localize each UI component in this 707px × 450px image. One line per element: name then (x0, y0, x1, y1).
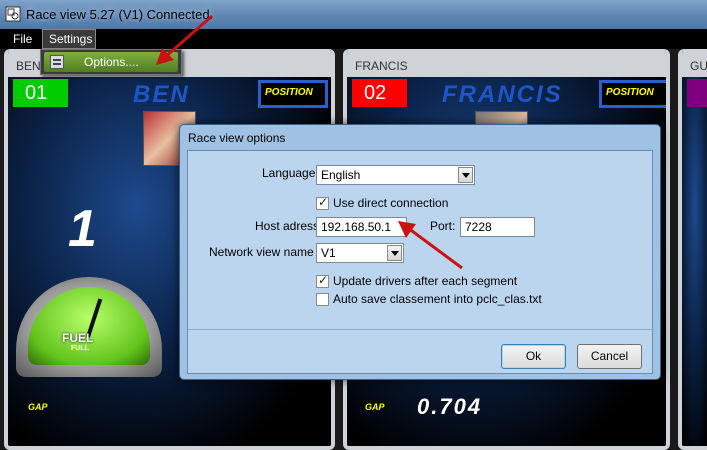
host-address-value: 192.168.50.1 (321, 220, 392, 234)
panel-header-name: BEN (16, 59, 41, 73)
window-titlebar: Race view 5.27 (V1) Connected. (0, 0, 707, 29)
panel-header-name: GUT (690, 59, 707, 73)
network-view-name-label: Network view name : (209, 245, 321, 259)
position-label: POSITION (265, 87, 313, 98)
driver-panel-third: GUT (678, 49, 707, 450)
gap-label: GAP (365, 402, 385, 412)
fuel-sub-label: FULL (71, 345, 89, 352)
driver-name: FRANCIS (442, 81, 563, 108)
language-label: Language: (262, 166, 319, 180)
position-number: 1 (68, 200, 97, 258)
app-icon (5, 6, 21, 22)
dialog-title: Race view options (188, 131, 286, 145)
driver-name: BEN (133, 81, 190, 108)
port-input[interactable]: 7228 (460, 217, 535, 237)
panel-header: GUT (682, 49, 707, 77)
menu-item-options-label: Options.... (84, 55, 139, 69)
driver-number (687, 79, 707, 107)
network-view-name-value: V1 (321, 246, 336, 260)
use-direct-connection-label: Use direct connection (333, 196, 449, 210)
update-drivers-label: Update drivers after each segment (333, 274, 518, 288)
fuel-label: FUEL (62, 331, 94, 345)
panel-header-name: FRANCIS (355, 59, 408, 73)
annotation-arrow-host (398, 221, 463, 270)
menu-settings[interactable]: Settings (42, 29, 96, 49)
gap-value: 0.704 (417, 394, 483, 419)
gap-label: GAP (28, 402, 48, 412)
update-drivers-checkbox[interactable] (316, 273, 329, 288)
menu-file[interactable]: File (7, 29, 38, 49)
use-direct-connection-checkbox[interactable] (316, 195, 329, 210)
host-address-label: Host adress: (255, 219, 323, 233)
auto-save-checkbox[interactable] (316, 293, 329, 306)
options-icon (50, 55, 64, 69)
ok-button[interactable]: Ok (501, 344, 566, 369)
chevron-down-icon[interactable] (458, 167, 473, 183)
driver-number: 01 (13, 79, 68, 107)
annotation-arrow-options (156, 14, 213, 65)
panel-background (682, 77, 707, 446)
position-box: POSITION (599, 80, 666, 108)
auto-save-label: Auto save classement into pclc_clas.txt (333, 292, 542, 306)
language-select[interactable]: English (316, 165, 475, 185)
panel-header: FRANCIS (347, 49, 666, 77)
position-box: POSITION (258, 80, 328, 108)
position-label: POSITION (606, 87, 654, 98)
menu-bar: File Settings (0, 29, 707, 49)
driver-number: 02 (352, 79, 407, 107)
language-select-value: English (321, 168, 361, 182)
cancel-button[interactable]: Cancel (577, 344, 642, 369)
dialog-separator (188, 329, 654, 330)
